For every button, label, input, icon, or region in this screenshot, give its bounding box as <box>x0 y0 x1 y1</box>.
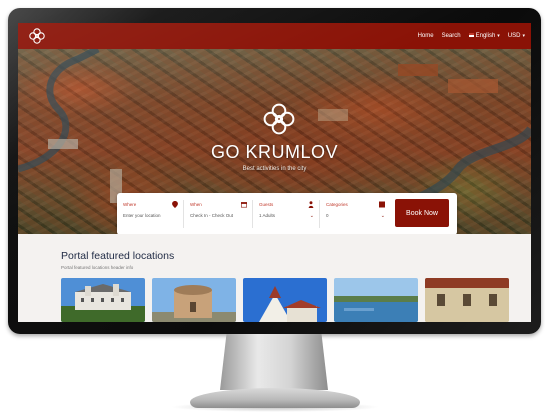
flower-logo-icon <box>263 103 295 135</box>
monitor-frame: Home Search English ▾ USD ▾ GO KRUMLOV B… <box>8 8 541 334</box>
featured-section: Portal featured locations Portal feature… <box>18 234 531 322</box>
field-label: Guests <box>259 202 274 207</box>
location-input[interactable]: Enter your location <box>123 213 161 218</box>
categories-select[interactable]: 0 <box>326 213 329 218</box>
section-subtitle: Portal featured locations header info <box>61 265 134 270</box>
nav-links: Home Search English ▾ USD ▾ <box>418 23 525 49</box>
monitor-base <box>190 388 360 408</box>
location-card[interactable] <box>61 278 145 322</box>
book-now-button[interactable]: Book Now <box>395 199 449 227</box>
calendar-icon <box>241 202 247 208</box>
chevron-down-icon: ⌄ <box>309 213 314 219</box>
guests-select[interactable]: 1 Adults <box>259 213 275 218</box>
where-field[interactable]: Where Enter your location <box>117 200 184 228</box>
location-card[interactable] <box>334 278 418 322</box>
field-label: When <box>190 202 202 207</box>
location-card[interactable] <box>243 278 327 322</box>
section-title: Portal featured locations <box>61 250 175 262</box>
browser-viewport: Home Search English ▾ USD ▾ GO KRUMLOV B… <box>18 23 531 322</box>
language-label: English <box>475 33 496 39</box>
location-card[interactable] <box>152 278 236 322</box>
building-photo <box>425 278 509 322</box>
lake-photo <box>334 278 418 322</box>
flower-logo-icon[interactable] <box>28 27 46 45</box>
field-label: Where <box>123 202 137 207</box>
map-pin-icon <box>172 201 178 208</box>
date-range-input[interactable]: Check In - Check Out <box>190 213 233 218</box>
language-dropdown[interactable]: English ▾ <box>468 33 500 39</box>
when-field[interactable]: When Check In - Check Out <box>184 200 253 228</box>
chevron-down-icon: ▾ <box>497 33 500 39</box>
hero-subtitle: Best activities in the city <box>242 166 307 172</box>
flag-icon <box>468 33 474 38</box>
hero-title: GO KRUMLOV <box>210 142 339 162</box>
top-navbar: Home Search English ▾ USD ▾ <box>18 23 531 49</box>
person-icon <box>308 201 314 208</box>
guests-field[interactable]: Guests 1 Adults ⌄ <box>253 200 320 228</box>
grid-icon <box>379 201 385 208</box>
field-label: Categories <box>326 202 348 207</box>
nav-link-search[interactable]: Search <box>442 33 461 39</box>
castle-photo <box>61 278 145 322</box>
tower-photo <box>152 278 236 322</box>
chevron-down-icon: ⌄ <box>380 213 385 219</box>
location-card[interactable] <box>425 278 509 322</box>
categories-field[interactable]: Categories 0 ⌄ <box>320 200 390 228</box>
monitor-stand <box>220 334 328 390</box>
currency-label: USD <box>507 33 521 39</box>
chevron-down-icon: ▾ <box>522 33 525 39</box>
search-form: Where Enter your location When Check In … <box>117 193 457 235</box>
nav-link-home[interactable]: Home <box>418 33 434 39</box>
church-photo <box>243 278 327 322</box>
currency-dropdown[interactable]: USD ▾ <box>508 33 525 39</box>
